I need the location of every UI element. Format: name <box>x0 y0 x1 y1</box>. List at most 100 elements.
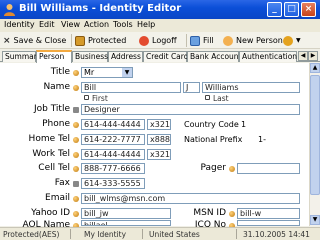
menu-help[interactable]: Help <box>137 20 155 29</box>
logoff-label: Logoff <box>152 36 177 45</box>
field-indicator-icon <box>73 85 79 91</box>
field-indicator-icon <box>73 152 79 158</box>
phone-ext-field[interactable]: x321 <box>147 119 171 130</box>
save-close-button[interactable]: × Save & Close <box>3 34 66 47</box>
lock-icon <box>205 95 210 100</box>
status-separator <box>236 229 237 239</box>
field-indicator-icon <box>73 137 79 143</box>
new-person-icon <box>223 35 233 46</box>
lock-icon <box>75 35 85 46</box>
tab-person[interactable]: Person <box>36 50 72 63</box>
aol-name-field[interactable]: billaol <box>81 220 171 226</box>
cell-tel-label: Cell Tel <box>38 163 70 173</box>
app-person-icon <box>4 4 15 16</box>
minimize-button[interactable]: _ <box>267 2 282 17</box>
logoff-button[interactable]: Logoff <box>139 34 177 47</box>
chevron-down-icon: ▼ <box>296 37 301 44</box>
icq-no-field[interactable] <box>237 220 300 226</box>
logoff-icon <box>139 35 149 46</box>
gear-icon <box>283 35 293 46</box>
title-select[interactable]: Mr ▼ <box>81 67 133 78</box>
menu-edit[interactable]: Edit <box>39 20 55 29</box>
status-country: United States <box>149 230 200 239</box>
home-tel-field[interactable]: 614-222-7777 <box>81 134 145 145</box>
last-name-field[interactable]: Williams <box>202 82 300 93</box>
email-field[interactable]: bill_wlms@msn.com <box>81 193 300 204</box>
home-tel-label: Home Tel <box>28 134 70 144</box>
title-bar[interactable]: Bill Williams - Identity Editor _ □ × <box>0 0 320 19</box>
work-tel-field[interactable]: 614-444-4444 <box>81 149 145 160</box>
menu-bar: Identity Edit View Action Tools Help <box>0 19 320 32</box>
national-prefix-label: National Prefix <box>184 135 243 144</box>
pager-label: Pager <box>200 163 227 173</box>
protected-button[interactable]: Protected <box>75 34 126 47</box>
email-label: Email <box>45 193 70 203</box>
pager-field[interactable] <box>237 163 300 174</box>
options-button[interactable]: ▼ <box>283 34 301 47</box>
toolbar: × Save & Close Protected Logoff Fill New… <box>0 32 320 49</box>
country-code-value: 1 <box>241 120 247 129</box>
field-indicator-icon <box>229 211 235 217</box>
fill-button[interactable]: Fill <box>190 34 214 47</box>
new-person-label: New Person <box>236 36 283 45</box>
fill-label: Fill <box>203 36 214 45</box>
maximize-button[interactable]: □ <box>284 2 299 17</box>
tab-bank-account[interactable]: Bank Account <box>187 51 242 62</box>
tab-scroll-right-button[interactable]: ▶ <box>308 51 318 61</box>
msn-id-field[interactable]: bill-w <box>237 208 300 219</box>
status-separator <box>70 229 71 239</box>
vertical-scrollbar[interactable]: ▲ ▼ <box>309 63 320 226</box>
field-indicator-icon <box>73 211 79 217</box>
menu-view[interactable]: View <box>61 20 80 29</box>
toolbar-separator <box>186 34 187 47</box>
yahoo-id-label: Yahoo ID <box>31 208 70 218</box>
field-indicator-icon <box>73 107 79 113</box>
fax-label: Fax <box>54 178 70 188</box>
menu-tools[interactable]: Tools <box>113 20 133 29</box>
first-name-field[interactable]: Bill <box>81 82 181 93</box>
tab-authentication[interactable]: Authentication <box>239 51 297 62</box>
cell-tel-field[interactable]: 888-777-6666 <box>81 163 145 174</box>
protected-label: Protected <box>88 36 127 45</box>
work-tel-label: Work Tel <box>32 149 70 159</box>
close-button[interactable]: × <box>301 2 316 17</box>
save-close-label: Save & Close <box>13 36 67 45</box>
title-select-value: Mr <box>84 68 95 77</box>
person-form: Title Mr ▼ Name Bill J Williams First La… <box>0 63 320 230</box>
first-caption: First <box>92 94 108 103</box>
status-bar: Protected(AES) My Identity United States… <box>0 227 320 240</box>
identity-editor-window: Bill Williams - Identity Editor _ □ × Id… <box>0 0 320 240</box>
phone-field[interactable]: 614-444-4444 <box>81 119 145 130</box>
job-title-field[interactable]: Designer <box>81 104 300 115</box>
tab-scroll-left-button[interactable]: ◀ <box>298 51 308 61</box>
toolbar-separator <box>71 34 72 47</box>
field-indicator-icon <box>73 166 79 172</box>
tab-credit-card[interactable]: Credit Card <box>143 51 188 62</box>
window-title: Bill Williams - Identity Editor <box>19 3 182 14</box>
field-indicator-icon <box>73 122 79 128</box>
status-protection: Protected(AES) <box>3 230 60 239</box>
tab-summary[interactable]: Summary <box>2 51 41 62</box>
name-label: Name <box>43 82 70 92</box>
scroll-thumb[interactable] <box>310 75 320 195</box>
scroll-down-button[interactable]: ▼ <box>310 215 320 225</box>
msn-id-label: MSN ID <box>193 208 226 218</box>
status-separator <box>142 229 143 239</box>
fill-icon <box>190 35 200 46</box>
scroll-up-button[interactable]: ▲ <box>310 63 320 73</box>
work-tel-ext-field[interactable]: x321 <box>147 149 171 160</box>
last-caption: Last <box>213 94 229 103</box>
fax-field[interactable]: 614-333-5555 <box>81 178 145 189</box>
menu-identity[interactable]: Identity <box>4 20 35 29</box>
home-tel-ext-field[interactable]: x888 <box>147 134 171 145</box>
field-indicator-icon <box>73 181 79 187</box>
yahoo-id-field[interactable]: bill_jw <box>81 208 171 219</box>
new-person-button[interactable]: New Person <box>223 34 283 47</box>
menu-action[interactable]: Action <box>84 20 109 29</box>
field-indicator-icon <box>73 70 79 76</box>
tab-business[interactable]: Business <box>72 51 108 62</box>
middle-initial-field[interactable]: J <box>183 82 200 93</box>
status-datetime: 31.10.2005 14:41 <box>243 230 310 239</box>
tab-address[interactable]: Address <box>108 51 143 62</box>
tab-strip: Summary Person Business Address Credit C… <box>0 50 320 63</box>
